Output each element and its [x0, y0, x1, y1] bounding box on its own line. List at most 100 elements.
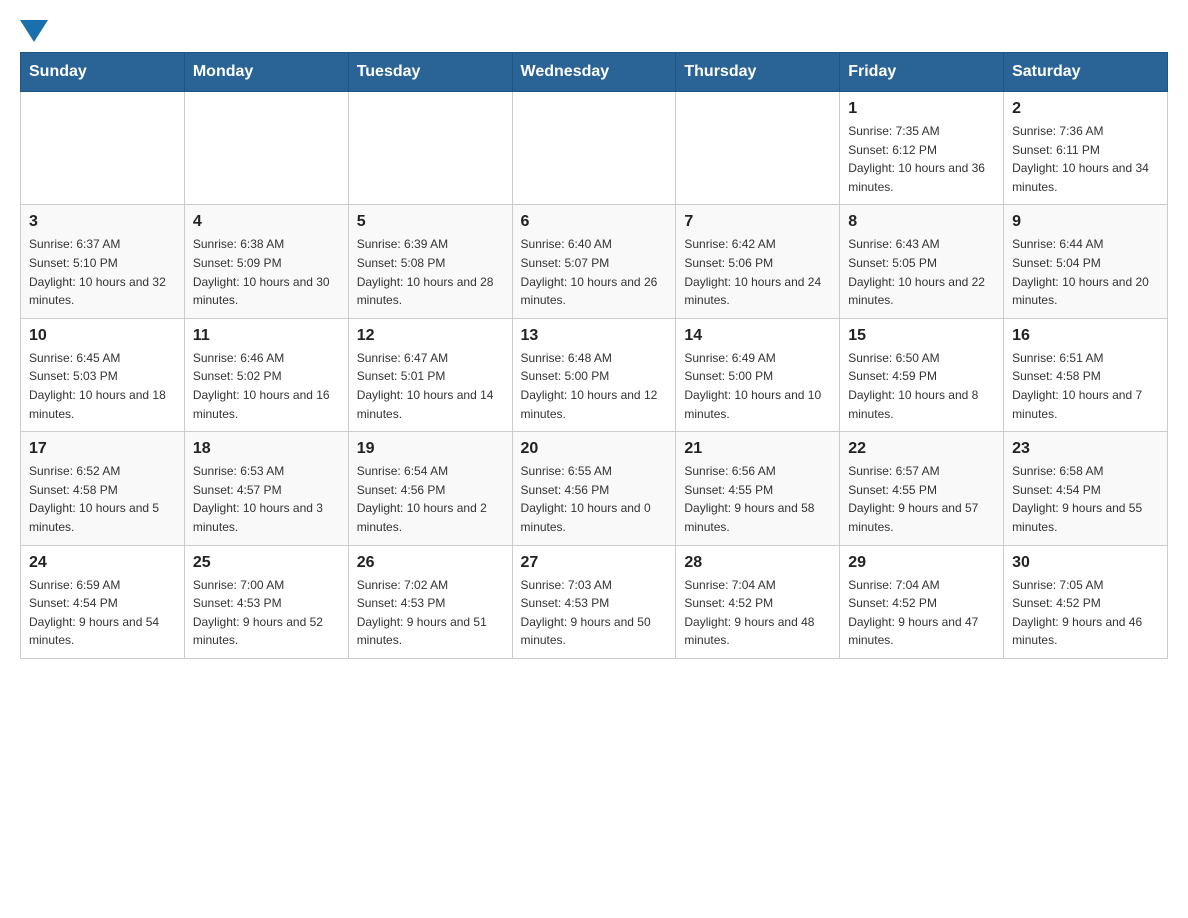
- day-number: 7: [684, 213, 831, 231]
- calendar-header-sunday: Sunday: [21, 53, 185, 92]
- logo: [20, 20, 48, 42]
- calendar-week-row: 17 Sunrise: 6:52 AMSunset: 4:58 PMDayligh…: [21, 432, 1168, 545]
- calendar-cell: 1Sunrise: 7:35 AMSunset: 6:12 PMDaylight…: [840, 92, 1004, 205]
- calendar-cell: 22 Sunrise: 6:57 AMSunset: 4:55 PMDayligh…: [840, 432, 1004, 545]
- calendar-table: SundayMondayTuesdayWednesdayThursdayFrid…: [20, 52, 1168, 659]
- day-info: Sunrise: 6:59 AMSunset: 4:54 PMDaylight:…: [29, 576, 176, 650]
- calendar-header-friday: Friday: [840, 53, 1004, 92]
- calendar-cell: 27Sunrise: 7:03 AMSunset: 4:53 PMDayligh…: [512, 545, 676, 658]
- calendar-cell: 20 Sunrise: 6:55 AMSunset: 4:56 PMDayligh…: [512, 432, 676, 545]
- day-number: 6: [521, 213, 668, 231]
- calendar-week-row: 24Sunrise: 6:59 AMSunset: 4:54 PMDayligh…: [21, 545, 1168, 658]
- day-info: Sunrise: 7:00 AMSunset: 4:53 PMDaylight:…: [193, 576, 340, 650]
- day-info: Sunrise: 6:57 AMSunset: 4:55 PMDaylight:…: [848, 462, 995, 536]
- day-number: 5: [357, 213, 504, 231]
- day-number: 29: [848, 554, 995, 572]
- calendar-cell: 9 Sunrise: 6:44 AMSunset: 5:04 PMDaylight…: [1004, 205, 1168, 318]
- calendar-cell: 21Sunrise: 6:56 AMSunset: 4:55 PMDayligh…: [676, 432, 840, 545]
- day-number: 2: [1012, 100, 1159, 118]
- calendar-cell: 4 Sunrise: 6:38 AMSunset: 5:09 PMDaylight…: [184, 205, 348, 318]
- calendar-cell: [21, 92, 185, 205]
- calendar-week-row: 1Sunrise: 7:35 AMSunset: 6:12 PMDaylight…: [21, 92, 1168, 205]
- calendar-cell: [184, 92, 348, 205]
- calendar-cell: 26Sunrise: 7:02 AMSunset: 4:53 PMDayligh…: [348, 545, 512, 658]
- day-info: Sunrise: 6:42 AMSunset: 5:06 PMDaylight:…: [684, 235, 831, 309]
- calendar-header-thursday: Thursday: [676, 53, 840, 92]
- calendar-cell: [676, 92, 840, 205]
- day-info: Sunrise: 6:44 AMSunset: 5:04 PMDaylight:…: [1012, 235, 1159, 309]
- day-number: 18: [193, 440, 340, 458]
- day-info: Sunrise: 6:55 AMSunset: 4:56 PMDaylight:…: [521, 462, 668, 536]
- day-number: 23: [1012, 440, 1159, 458]
- calendar-cell: 10 Sunrise: 6:45 AMSunset: 5:03 PMDayligh…: [21, 318, 185, 431]
- day-info: Sunrise: 6:39 AMSunset: 5:08 PMDaylight:…: [357, 235, 504, 309]
- day-info: Sunrise: 6:50 AMSunset: 4:59 PMDaylight:…: [848, 349, 995, 423]
- calendar-week-row: 3 Sunrise: 6:37 AMSunset: 5:10 PMDaylight…: [21, 205, 1168, 318]
- day-number: 12: [357, 327, 504, 345]
- day-info: Sunrise: 6:40 AMSunset: 5:07 PMDaylight:…: [521, 235, 668, 309]
- calendar-cell: 7 Sunrise: 6:42 AMSunset: 5:06 PMDaylight…: [676, 205, 840, 318]
- calendar-cell: 18 Sunrise: 6:53 AMSunset: 4:57 PMDayligh…: [184, 432, 348, 545]
- calendar-cell: 5 Sunrise: 6:39 AMSunset: 5:08 PMDaylight…: [348, 205, 512, 318]
- calendar-cell: 19 Sunrise: 6:54 AMSunset: 4:56 PMDayligh…: [348, 432, 512, 545]
- day-number: 20: [521, 440, 668, 458]
- calendar-cell: 16Sunrise: 6:51 AMSunset: 4:58 PMDayligh…: [1004, 318, 1168, 431]
- calendar-cell: 13 Sunrise: 6:48 AMSunset: 5:00 PMDayligh…: [512, 318, 676, 431]
- calendar-cell: 14 Sunrise: 6:49 AMSunset: 5:00 PMDayligh…: [676, 318, 840, 431]
- calendar-cell: 2Sunrise: 7:36 AMSunset: 6:11 PMDaylight…: [1004, 92, 1168, 205]
- day-number: 16: [1012, 327, 1159, 345]
- calendar-cell: 3 Sunrise: 6:37 AMSunset: 5:10 PMDaylight…: [21, 205, 185, 318]
- calendar-cell: 29 Sunrise: 7:04 AMSunset: 4:52 PMDayligh…: [840, 545, 1004, 658]
- day-number: 14: [684, 327, 831, 345]
- day-number: 13: [521, 327, 668, 345]
- day-info: Sunrise: 6:38 AMSunset: 5:09 PMDaylight:…: [193, 235, 340, 309]
- day-info: Sunrise: 7:04 AMSunset: 4:52 PMDaylight:…: [848, 576, 995, 650]
- day-number: 19: [357, 440, 504, 458]
- logo-triangle-icon: [20, 20, 48, 42]
- calendar-cell: [512, 92, 676, 205]
- calendar-cell: 24Sunrise: 6:59 AMSunset: 4:54 PMDayligh…: [21, 545, 185, 658]
- day-number: 22: [848, 440, 995, 458]
- day-number: 11: [193, 327, 340, 345]
- calendar-cell: 6 Sunrise: 6:40 AMSunset: 5:07 PMDaylight…: [512, 205, 676, 318]
- day-info: Sunrise: 6:53 AMSunset: 4:57 PMDaylight:…: [193, 462, 340, 536]
- day-number: 8: [848, 213, 995, 231]
- day-number: 15: [848, 327, 995, 345]
- day-info: Sunrise: 7:04 AMSunset: 4:52 PMDaylight:…: [684, 576, 831, 650]
- day-info: Sunrise: 6:49 AMSunset: 5:00 PMDaylight:…: [684, 349, 831, 423]
- calendar-week-row: 10 Sunrise: 6:45 AMSunset: 5:03 PMDayligh…: [21, 318, 1168, 431]
- day-info: Sunrise: 6:52 AMSunset: 4:58 PMDaylight:…: [29, 462, 176, 536]
- day-info: Sunrise: 7:05 AMSunset: 4:52 PMDaylight:…: [1012, 576, 1159, 650]
- day-info: Sunrise: 6:45 AMSunset: 5:03 PMDaylight:…: [29, 349, 176, 423]
- calendar-cell: 28 Sunrise: 7:04 AMSunset: 4:52 PMDayligh…: [676, 545, 840, 658]
- day-number: 25: [193, 554, 340, 572]
- calendar-header-row: SundayMondayTuesdayWednesdayThursdayFrid…: [21, 53, 1168, 92]
- day-info: Sunrise: 6:54 AMSunset: 4:56 PMDaylight:…: [357, 462, 504, 536]
- calendar-cell: 17 Sunrise: 6:52 AMSunset: 4:58 PMDayligh…: [21, 432, 185, 545]
- calendar-cell: 23 Sunrise: 6:58 AMSunset: 4:54 PMDayligh…: [1004, 432, 1168, 545]
- day-info: Sunrise: 6:37 AMSunset: 5:10 PMDaylight:…: [29, 235, 176, 309]
- day-info: Sunrise: 6:56 AMSunset: 4:55 PMDaylight:…: [684, 462, 831, 536]
- day-info: Sunrise: 6:58 AMSunset: 4:54 PMDaylight:…: [1012, 462, 1159, 536]
- calendar-cell: 12 Sunrise: 6:47 AMSunset: 5:01 PMDayligh…: [348, 318, 512, 431]
- day-info: Sunrise: 7:02 AMSunset: 4:53 PMDaylight:…: [357, 576, 504, 650]
- day-number: 10: [29, 327, 176, 345]
- calendar-header-saturday: Saturday: [1004, 53, 1168, 92]
- day-info: Sunrise: 6:48 AMSunset: 5:00 PMDaylight:…: [521, 349, 668, 423]
- day-info: Sunrise: 6:46 AMSunset: 5:02 PMDaylight:…: [193, 349, 340, 423]
- day-number: 3: [29, 213, 176, 231]
- calendar-cell: 8 Sunrise: 6:43 AMSunset: 5:05 PMDaylight…: [840, 205, 1004, 318]
- day-info: Sunrise: 6:43 AMSunset: 5:05 PMDaylight:…: [848, 235, 995, 309]
- day-info: Sunrise: 6:47 AMSunset: 5:01 PMDaylight:…: [357, 349, 504, 423]
- calendar-cell: 15 Sunrise: 6:50 AMSunset: 4:59 PMDayligh…: [840, 318, 1004, 431]
- calendar-cell: 25 Sunrise: 7:00 AMSunset: 4:53 PMDayligh…: [184, 545, 348, 658]
- day-number: 28: [684, 554, 831, 572]
- calendar-cell: 11 Sunrise: 6:46 AMSunset: 5:02 PMDayligh…: [184, 318, 348, 431]
- day-number: 4: [193, 213, 340, 231]
- calendar-header-tuesday: Tuesday: [348, 53, 512, 92]
- day-number: 17: [29, 440, 176, 458]
- calendar-header-wednesday: Wednesday: [512, 53, 676, 92]
- calendar-cell: [348, 92, 512, 205]
- day-number: 9: [1012, 213, 1159, 231]
- calendar-header-monday: Monday: [184, 53, 348, 92]
